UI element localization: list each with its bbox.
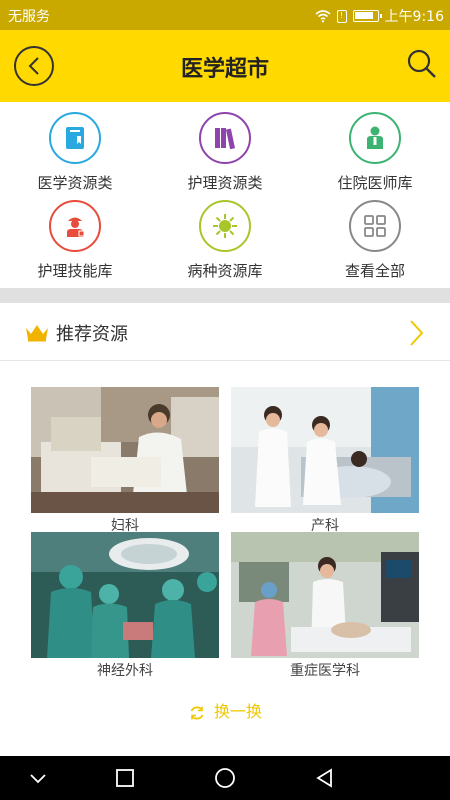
obstetrics-photo [231,387,419,513]
carrier-text: 无服务 [8,9,50,25]
category-label: 病种资源库 [187,262,263,280]
refresh-label: 换一换 [213,702,262,721]
hide-keyboard-icon[interactable] [26,766,50,790]
category-medical-resources[interactable]: 医学资源类 [0,112,150,193]
section-divider [0,288,450,303]
category-label: 查看全部 [344,262,405,280]
resource-card-neurosurgery[interactable]: 神经外科 [31,532,219,680]
neurosurgery-photo [31,532,219,658]
category-disease-resources[interactable]: 病种资源库 [150,200,300,281]
grid-icon [349,200,401,252]
recents-icon[interactable] [113,766,137,790]
page-title: 医学超市 [180,57,269,82]
system-navigation-bar [0,756,450,800]
status-icons: ! 上午9:16 [315,6,444,26]
refresh-icon [190,705,204,720]
app-header: 医学超市 [0,30,450,102]
card-caption: 重症医学科 [290,663,360,679]
status-bar: 无服务 ! 上午9:16 [0,0,450,30]
nurse-icon [49,200,101,252]
home-icon[interactable] [213,766,237,790]
category-label: 护理资源类 [187,174,263,192]
gynecology-photo [31,387,219,513]
card-caption: 神经外科 [97,663,153,679]
search-icon[interactable] [406,48,438,80]
crown-icon [26,325,48,342]
critical-care-photo [231,532,419,658]
books-icon [199,112,251,164]
category-label: 住院医师库 [337,174,413,192]
category-grid: 医学资源类 护理资源类 住院医师库 护理技能库 病种资源库 查看全部 [0,102,450,288]
category-label: 护理技能库 [37,262,113,280]
back-nav-icon[interactable] [313,766,337,790]
battery-icon [352,10,382,22]
resource-card-critical-care[interactable]: 重症医学科 [231,532,419,680]
clock-text: 上午9:16 [384,9,444,25]
category-nursing-skills[interactable]: 护理技能库 [0,200,150,281]
refresh-button[interactable]: 换一换 [0,698,450,722]
sim-alert-icon: ! [336,9,347,23]
resource-card-obstetrics[interactable]: 产科 [231,387,419,535]
chevron-right-icon[interactable] [408,319,424,347]
book-icon [49,112,101,164]
resource-card-gynecology[interactable]: 妇科 [31,387,219,535]
category-resident-doctors[interactable]: 住院医师库 [300,112,450,193]
recommend-header[interactable]: 推荐资源 [0,303,450,361]
virus-icon [199,200,251,252]
recommend-title: 推荐资源 [56,324,128,345]
category-view-all[interactable]: 查看全部 [300,200,450,281]
doctor-icon [349,112,401,164]
category-label: 医学资源类 [37,174,113,192]
category-nursing-resources[interactable]: 护理资源类 [150,112,300,193]
wifi-icon [315,10,331,23]
